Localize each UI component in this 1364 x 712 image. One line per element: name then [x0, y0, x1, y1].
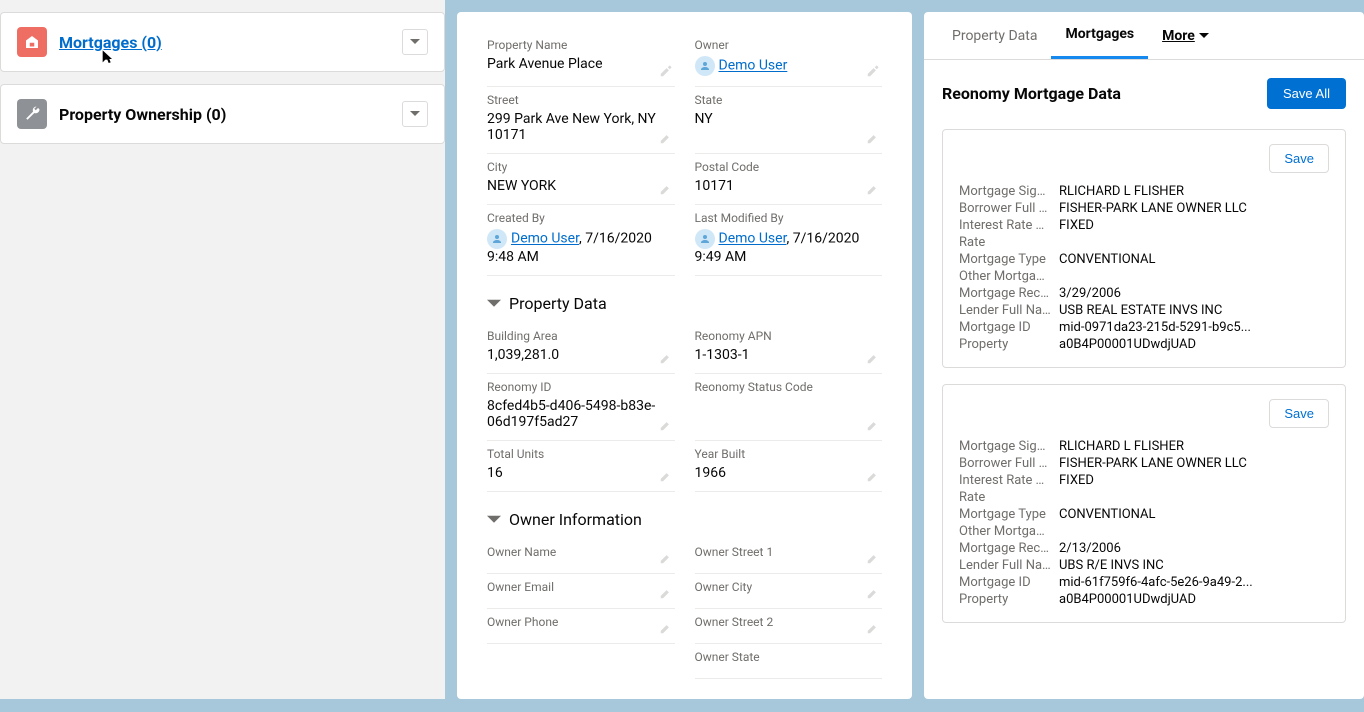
kv-row: Mortgage Signa...RLICHARD L FLISHER	[959, 183, 1329, 200]
section-property-data[interactable]: Property Data	[487, 276, 882, 323]
mortgage-panel: Property Data Mortgages More Reonomy Mor…	[924, 12, 1364, 699]
field-total-units: Total Units 16	[487, 441, 675, 492]
kv-row: Interest Rate Ty...FIXED	[959, 472, 1329, 489]
edit-icon[interactable]	[866, 351, 880, 365]
field-building-area: Building Area 1,039,281.0	[487, 323, 675, 374]
mortgage-card: Save Mortgage Signa...RLICHARD L FLISHERB…	[942, 129, 1346, 368]
avatar-icon	[695, 229, 715, 249]
tab-bar: Property Data Mortgages More	[924, 12, 1364, 60]
field-owner-city: Owner City	[695, 574, 883, 609]
edit-icon[interactable]	[659, 131, 673, 145]
save-button[interactable]: Save	[1269, 144, 1329, 173]
kv-row: Mortgage TypeCONVENTIONAL	[959, 251, 1329, 268]
edit-icon[interactable]	[866, 64, 880, 78]
tab-property-data[interactable]: Property Data	[938, 12, 1051, 59]
field-property-name: Property Name Park Avenue Place	[487, 32, 675, 87]
field-owner-state: Owner State	[695, 644, 883, 679]
edit-icon[interactable]	[866, 131, 880, 145]
edit-icon[interactable]	[866, 182, 880, 196]
field-owner-street2: Owner Street 2	[695, 609, 883, 644]
field-year-built: Year Built 1966	[695, 441, 883, 492]
chevron-down-icon[interactable]	[402, 101, 428, 127]
chevron-down-icon[interactable]	[402, 29, 428, 55]
chevron-down-icon	[487, 513, 501, 527]
kv-row: Mortgage IDmid-0971da23-215d-5291-b9c5..…	[959, 319, 1329, 336]
cursor-icon	[100, 49, 116, 65]
avatar-icon	[695, 56, 715, 76]
edit-icon[interactable]	[866, 418, 880, 432]
mortgage-section-title: Reonomy Mortgage Data	[942, 84, 1121, 103]
save-all-button[interactable]: Save All	[1267, 78, 1346, 109]
tab-more[interactable]: More	[1148, 12, 1223, 59]
field-postal: Postal Code 10171	[695, 154, 883, 205]
mortgage-card: Save Mortgage Signa...RLICHARD L FLISHERB…	[942, 384, 1346, 623]
edit-icon[interactable]	[659, 351, 673, 365]
field-status-code: Reonomy Status Code	[695, 374, 883, 441]
property-detail-panel: Property Name Park Avenue Place Owner De…	[457, 12, 912, 699]
field-street: Street 299 Park Ave New York, NY 10171	[487, 87, 675, 154]
kv-row: Other Mortgage...	[959, 268, 1329, 285]
avatar-icon	[487, 229, 507, 249]
kv-row: Mortgage Recor...3/29/2006	[959, 285, 1329, 302]
kv-row: Rate	[959, 234, 1329, 251]
kv-row: Mortgage IDmid-61f759f6-4afc-5e26-9a49-2…	[959, 574, 1329, 591]
wrench-icon	[17, 99, 47, 129]
field-owner-name: Owner Name	[487, 539, 675, 574]
kv-row: Mortgage Signa...RLICHARD L FLISHER	[959, 438, 1329, 455]
edit-icon[interactable]	[866, 551, 880, 565]
ownership-link[interactable]: Property Ownership (0)	[59, 105, 226, 124]
kv-row: Propertya0B4P00001UDwdjUAD	[959, 336, 1329, 353]
edit-icon[interactable]	[659, 182, 673, 196]
kv-row: Lender Full NameUBS R/E INVS INC	[959, 557, 1329, 574]
field-reonomy-id: Reonomy ID 8cfed4b5-d406-5498-b83e-06d19…	[487, 374, 675, 441]
kv-row: Propertya0B4P00001UDwdjUAD	[959, 591, 1329, 608]
mortgage-list: SaveMortgage Signa...RLICHARD L FLISHERB…	[942, 129, 1346, 623]
chevron-down-icon	[487, 297, 501, 311]
edit-icon[interactable]	[659, 621, 673, 635]
modified-by-link[interactable]: Demo User	[719, 231, 787, 247]
field-owner-street1: Owner Street 1	[695, 539, 883, 574]
chevron-down-icon	[1199, 31, 1209, 41]
left-panel: Mortgages (0) Property Ownership (0)	[0, 0, 445, 699]
owner-link[interactable]: Demo User	[719, 58, 788, 74]
section-owner-info[interactable]: Owner Information	[487, 492, 882, 539]
tab-mortgages[interactable]: Mortgages	[1051, 12, 1148, 59]
kv-row: Mortgage Recor...2/13/2006	[959, 540, 1329, 557]
kv-row: Other Mortgage...	[959, 523, 1329, 540]
mortgage-icon	[17, 27, 47, 57]
edit-icon[interactable]	[866, 586, 880, 600]
edit-icon[interactable]	[866, 469, 880, 483]
kv-row: Rate	[959, 489, 1329, 506]
field-modified-by: Last Modified By Demo User, 7/16/2020 9:…	[695, 205, 883, 276]
related-mortgages-card[interactable]: Mortgages (0)	[0, 12, 445, 72]
created-by-link[interactable]: Demo User	[511, 231, 579, 247]
field-state: State NY	[695, 87, 883, 154]
edit-icon[interactable]	[659, 586, 673, 600]
field-owner-phone: Owner Phone	[487, 609, 675, 644]
save-button[interactable]: Save	[1269, 399, 1329, 428]
edit-icon[interactable]	[659, 469, 673, 483]
kv-row: Mortgage TypeCONVENTIONAL	[959, 506, 1329, 523]
field-apn: Reonomy APN 1-1303-1	[695, 323, 883, 374]
edit-icon[interactable]	[659, 64, 673, 78]
edit-icon[interactable]	[866, 621, 880, 635]
kv-row: Interest Rate Ty...FIXED	[959, 217, 1329, 234]
edit-icon[interactable]	[659, 551, 673, 565]
field-owner-email: Owner Email	[487, 574, 675, 609]
field-city: City NEW YORK	[487, 154, 675, 205]
field-created-by: Created By Demo User, 7/16/2020 9:48 AM	[487, 205, 675, 276]
kv-row: Borrower Full N...FISHER-PARK LANE OWNER…	[959, 455, 1329, 472]
kv-row: Lender Full NameUSB REAL ESTATE INVS INC	[959, 302, 1329, 319]
field-owner: Owner Demo User	[695, 32, 883, 87]
related-ownership-card[interactable]: Property Ownership (0)	[0, 84, 445, 144]
edit-icon[interactable]	[659, 418, 673, 432]
kv-row: Borrower Full N...FISHER-PARK LANE OWNER…	[959, 200, 1329, 217]
